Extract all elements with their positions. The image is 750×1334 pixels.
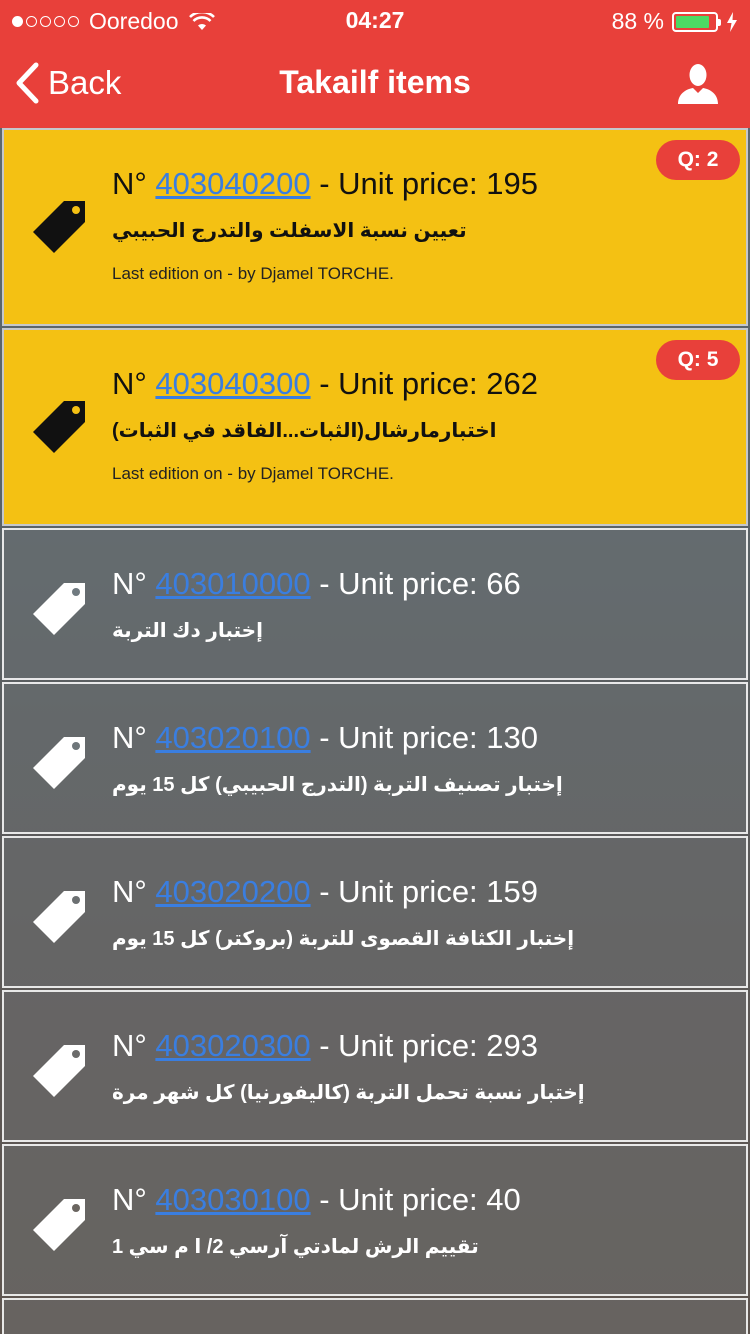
app-header: Ooredoo 04:27 88 % Back Takailf items [0,0,750,128]
item-edition-info: Last edition on - by Djamel TORCHE. [112,464,394,483]
price-tag-icon [33,891,85,943]
item-description: إختبار الكثافة القصوى للتربة (بروكتر) كل… [112,928,575,950]
price-tag-icon [33,201,85,253]
price-tag-icon [33,737,85,789]
item-description: (اختبارمارشال(الثبات...الفاقد في الثبات [112,420,497,442]
item-description: إختبار تصنيف التربة (التدرج الحبيبي) كل … [112,774,563,796]
item-number-prefix: N° [112,166,156,201]
item-number-prefix: N° [112,1028,156,1063]
item-title: N° 403040300 - Unit price: 262 [112,366,538,402]
list-item-partial[interactable] [2,1298,748,1334]
item-number-prefix: N° [112,566,156,601]
item-number-prefix: N° [112,366,156,401]
item-number-link[interactable]: 403010000 [155,566,310,601]
item-title: N° 403020100 - Unit price: 130 [112,720,538,756]
item-unit-price: - Unit price: 262 [310,366,539,401]
item-unit-price: - Unit price: 66 [310,566,521,601]
item-number-link[interactable]: 403020200 [155,874,310,909]
item-number-link[interactable]: 403040300 [155,366,310,401]
item-number-prefix: N° [112,874,156,909]
list-item[interactable]: N° 403040300 - Unit price: 262 (اختبارما… [2,328,748,526]
status-bar: Ooredoo 04:27 88 % [0,0,750,40]
item-title: N° 403040200 - Unit price: 195 [112,166,538,202]
item-unit-price: - Unit price: 130 [310,720,539,755]
back-button[interactable]: Back [14,62,121,104]
list-item[interactable]: N° 403040200 - Unit price: 195 تعيين نسب… [2,128,748,326]
item-unit-price: - Unit price: 293 [310,1028,539,1063]
back-button-label: Back [48,64,122,101]
battery-percent: 88 % [611,8,664,34]
battery-icon [672,11,721,32]
list-item[interactable]: N° 403020300 - Unit price: 293 إختبار نس… [2,990,748,1142]
price-tag-icon [33,583,85,635]
price-tag-icon [33,1045,85,1097]
list-item[interactable]: N° 403030100 - Unit price: 40 تقييم الرش… [2,1144,748,1296]
item-title: N° 403020300 - Unit price: 293 [112,1028,538,1064]
item-number-link[interactable]: 403030100 [155,1182,310,1217]
item-number-prefix: N° [112,1182,156,1217]
item-title: N° 403010000 - Unit price: 66 [112,566,521,602]
item-number-link[interactable]: 403020100 [155,720,310,755]
item-description: إختبار دك التربة [112,620,263,642]
navigation-bar: Back Takailf items [0,40,750,128]
item-number-link[interactable]: 403040200 [155,166,310,201]
quantity-badge: Q: 2 [656,140,740,180]
charging-bolt-icon [727,11,737,32]
item-description: إختبار نسبة تحمل التربة (كاليفورنيا) كل … [112,1082,585,1104]
list-item[interactable]: N° 403020200 - Unit price: 159 إختبار ال… [2,836,748,988]
item-unit-price: - Unit price: 159 [310,874,539,909]
battery-status: 88 % [612,8,738,35]
item-edition-info: Last edition on - by Djamel TORCHE. [112,264,394,283]
item-description: تقييم الرش لمادتي آرسي 2/ ا م سي 1 [112,1236,479,1258]
item-title: N° 403020200 - Unit price: 159 [112,874,538,910]
item-number-prefix: N° [112,720,156,755]
list-item[interactable]: N° 403010000 - Unit price: 66 إختبار دك … [2,528,748,680]
user-icon[interactable] [676,62,720,106]
item-unit-price: - Unit price: 195 [310,166,539,201]
item-title: N° 403030100 - Unit price: 40 [112,1182,521,1218]
price-tag-icon [33,1199,85,1251]
quantity-badge: Q: 5 [656,340,740,380]
item-number-link[interactable]: 403020300 [155,1028,310,1063]
chevron-left-icon [16,62,39,104]
item-unit-price: - Unit price: 40 [310,1182,521,1217]
item-description: تعيين نسبة الاسفلت والتدرج الحبيبي [112,220,467,242]
list-item[interactable]: N° 403020100 - Unit price: 130 إختبار تص… [2,682,748,834]
price-tag-icon [33,401,85,453]
